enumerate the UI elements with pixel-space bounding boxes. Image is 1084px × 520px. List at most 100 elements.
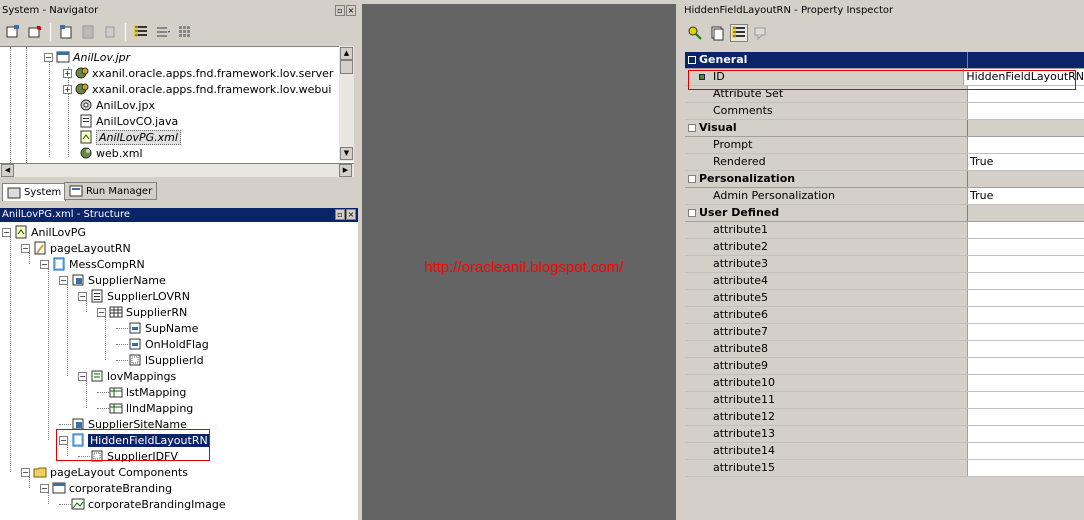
structure-close-button[interactable]: × bbox=[346, 209, 356, 220]
property-value-field[interactable] bbox=[968, 375, 1084, 391]
collapse-toggle[interactable]: − bbox=[21, 243, 30, 253]
property-group-user-defined[interactable]: User Defined bbox=[685, 205, 1084, 222]
scroll-thumb[interactable] bbox=[340, 60, 353, 74]
tree-item-file[interactable]: AnilLovPG.xml bbox=[79, 129, 181, 145]
tree-node[interactable]: lstMapping bbox=[97, 384, 186, 400]
collapse-toggle[interactable]: − bbox=[44, 52, 53, 62]
property-value-field[interactable] bbox=[968, 137, 1084, 153]
disabled-tool-icon[interactable] bbox=[79, 23, 97, 41]
refresh-icon[interactable] bbox=[101, 23, 119, 41]
tree-node[interactable]: − SupplierRN bbox=[97, 304, 187, 320]
find-property-icon[interactable] bbox=[686, 24, 704, 42]
freeze-inspector-icon[interactable] bbox=[708, 24, 726, 42]
property-row[interactable]: attribute6 bbox=[685, 307, 1084, 324]
structure-float-button[interactable]: ▫ bbox=[335, 209, 345, 220]
property-value-field[interactable] bbox=[968, 256, 1084, 272]
property-row[interactable]: Comments bbox=[685, 103, 1084, 120]
project-properties-icon[interactable] bbox=[57, 23, 75, 41]
property-group-visual[interactable]: Visual bbox=[685, 120, 1084, 137]
expand-toggle[interactable]: + bbox=[63, 84, 72, 94]
group-collapse-toggle[interactable] bbox=[688, 124, 696, 132]
property-value-field[interactable]: HiddenFieldLayoutRN bbox=[964, 69, 1084, 85]
collapse-toggle[interactable]: − bbox=[40, 483, 49, 493]
categorized-view-icon[interactable] bbox=[730, 24, 748, 42]
property-value-field[interactable] bbox=[968, 273, 1084, 289]
grid-view-icon[interactable] bbox=[176, 23, 194, 41]
expand-toggle[interactable]: + bbox=[63, 68, 72, 78]
property-value-field[interactable] bbox=[968, 341, 1084, 357]
tree-node[interactable]: corporateBrandingImage bbox=[59, 496, 226, 512]
collapse-toggle[interactable]: − bbox=[21, 467, 30, 477]
property-value-field[interactable]: True bbox=[968, 188, 1084, 204]
property-value-field[interactable]: True bbox=[968, 154, 1084, 170]
tree-node[interactable]: SupName bbox=[116, 320, 198, 336]
property-value-field[interactable] bbox=[968, 103, 1084, 119]
property-row[interactable]: attribute11 bbox=[685, 392, 1084, 409]
group-collapse-toggle[interactable] bbox=[688, 175, 696, 183]
group-collapse-toggle[interactable] bbox=[688, 209, 696, 217]
scroll-left-button[interactable]: ◀ bbox=[1, 164, 14, 177]
tree-node[interactable]: OnHoldFlag bbox=[116, 336, 209, 352]
scroll-up-button[interactable]: ▲ bbox=[340, 47, 353, 60]
collapse-toggle[interactable]: − bbox=[2, 227, 11, 237]
tree-node[interactable]: − corporateBranding bbox=[40, 480, 172, 496]
property-row[interactable]: attribute10 bbox=[685, 375, 1084, 392]
property-row[interactable]: attribute14 bbox=[685, 443, 1084, 460]
tree-node[interactable]: lSupplierId bbox=[116, 352, 204, 368]
tree-node[interactable]: llndMapping bbox=[97, 400, 193, 416]
tree-node[interactable]: − pageLayoutRN bbox=[21, 240, 131, 256]
property-row[interactable]: Prompt bbox=[685, 137, 1084, 154]
scroll-right-button[interactable]: ▶ bbox=[339, 164, 352, 177]
property-value-field[interactable] bbox=[968, 290, 1084, 306]
tree-node[interactable]: − lovMappings bbox=[78, 368, 176, 384]
property-value-field[interactable] bbox=[968, 358, 1084, 374]
property-value-field[interactable] bbox=[968, 86, 1084, 102]
property-row[interactable]: Attribute Set bbox=[685, 86, 1084, 103]
property-row[interactable]: attribute4 bbox=[685, 273, 1084, 290]
property-value-field[interactable] bbox=[968, 426, 1084, 442]
navigator-float-button[interactable]: ▫ bbox=[335, 5, 345, 16]
property-row[interactable]: attribute12 bbox=[685, 409, 1084, 426]
tree-node[interactable]: SupplierSiteName bbox=[59, 416, 187, 432]
collapse-toggle[interactable]: − bbox=[40, 259, 49, 269]
property-value-field[interactable] bbox=[968, 324, 1084, 340]
tree-node[interactable]: − SupplierLOVRN bbox=[78, 288, 190, 304]
tree-node[interactable]: − pageLayout Components bbox=[21, 464, 188, 480]
collapse-toggle[interactable]: − bbox=[78, 371, 87, 381]
property-row[interactable]: ID HiddenFieldLayoutRN bbox=[685, 69, 1084, 86]
collapse-toggle[interactable]: − bbox=[59, 275, 68, 285]
tree-item-project[interactable]: − AnilLov.jpr bbox=[44, 49, 130, 65]
tree-item-file[interactable]: AnilLov.jpx bbox=[79, 97, 155, 113]
property-value-field[interactable] bbox=[968, 409, 1084, 425]
filter-icon[interactable] bbox=[154, 23, 172, 41]
tree-node[interactable]: − MessCompRN bbox=[40, 256, 145, 272]
property-row[interactable]: attribute3 bbox=[685, 256, 1084, 273]
collapse-toggle[interactable]: − bbox=[59, 435, 68, 445]
tree-node[interactable]: SupplierIDFV bbox=[78, 448, 178, 464]
property-value-field[interactable] bbox=[968, 222, 1084, 238]
add-to-project-icon[interactable] bbox=[26, 23, 44, 41]
tree-item-file[interactable]: AnilLovCO.java bbox=[79, 113, 178, 129]
navigator-hscrollbar[interactable]: ◀ ▶ bbox=[0, 163, 354, 177]
tree-node[interactable]: − SupplierName bbox=[59, 272, 166, 288]
property-row[interactable]: attribute2 bbox=[685, 239, 1084, 256]
tree-item-package[interactable]: + xxanil.oracle.apps.fnd.framework.lov.w… bbox=[63, 81, 331, 97]
property-value-field[interactable] bbox=[968, 392, 1084, 408]
tree-item-package[interactable]: + xxanil.oracle.apps.fnd.framework.lov.s… bbox=[63, 65, 333, 81]
property-row[interactable]: attribute9 bbox=[685, 358, 1084, 375]
new-workspace-icon[interactable] bbox=[4, 23, 22, 41]
property-value-field[interactable] bbox=[968, 460, 1084, 476]
collapse-toggle[interactable]: − bbox=[97, 307, 106, 317]
collapse-toggle[interactable]: − bbox=[78, 291, 87, 301]
help-icon[interactable] bbox=[752, 24, 770, 42]
property-row[interactable]: attribute5 bbox=[685, 290, 1084, 307]
property-row[interactable]: attribute7 bbox=[685, 324, 1084, 341]
property-row[interactable]: Rendered True bbox=[685, 154, 1084, 171]
property-value-field[interactable] bbox=[968, 307, 1084, 323]
property-group-general[interactable]: General bbox=[685, 52, 1084, 69]
navigator-close-button[interactable]: × bbox=[346, 5, 356, 16]
navigator-vscrollbar[interactable]: ▲ ▼ bbox=[339, 46, 354, 161]
tree-node[interactable]: − HiddenFieldLayoutRN bbox=[59, 432, 210, 448]
group-collapse-toggle[interactable] bbox=[688, 56, 696, 64]
property-row[interactable]: attribute13 bbox=[685, 426, 1084, 443]
